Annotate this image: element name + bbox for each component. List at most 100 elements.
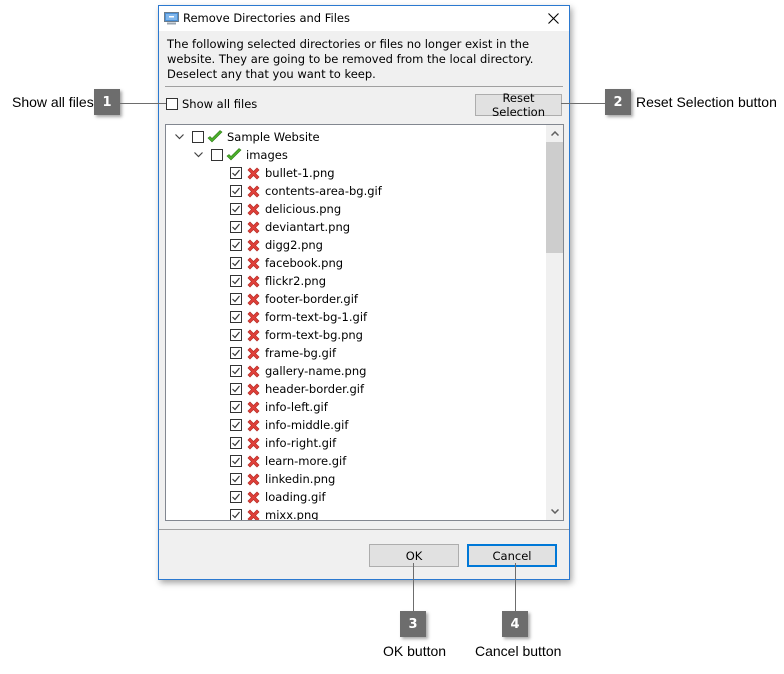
- tree-file-label: footer-border.gif: [265, 292, 358, 306]
- checkbox[interactable]: [230, 419, 242, 431]
- callout-1-badge: 1: [94, 89, 120, 115]
- callout-4-label: Cancel button: [475, 643, 562, 659]
- tree-file-label: info-right.gif: [265, 436, 337, 450]
- checkbox[interactable]: [230, 347, 242, 359]
- tree-file-row[interactable]: digg2.png: [166, 236, 545, 254]
- red-x-delete-icon: [245, 201, 261, 217]
- tree-file-row[interactable]: flickr2.png: [166, 272, 545, 290]
- green-check-icon: [207, 129, 223, 145]
- tree-file-label: contents-area-bg.gif: [265, 184, 382, 198]
- scroll-up-button[interactable]: [546, 125, 563, 142]
- callout-2-badge: 2: [605, 89, 631, 115]
- chevron-down-icon[interactable]: [173, 131, 185, 143]
- callout-3-label: OK button: [383, 643, 447, 659]
- checkbox[interactable]: [230, 275, 242, 287]
- tree-file-label: loading.gif: [265, 490, 326, 504]
- checkbox[interactable]: [230, 293, 242, 305]
- checkbox[interactable]: [230, 401, 242, 413]
- red-x-delete-icon: [245, 327, 261, 343]
- checkbox[interactable]: [230, 311, 242, 323]
- red-x-delete-icon: [245, 435, 261, 451]
- checkbox[interactable]: [166, 98, 178, 110]
- red-x-delete-icon: [245, 237, 261, 253]
- close-button[interactable]: [537, 6, 569, 31]
- tree-file-label: learn-more.gif: [265, 454, 347, 468]
- checkbox[interactable]: [230, 185, 242, 197]
- vertical-scrollbar[interactable]: [546, 125, 563, 520]
- checkbox[interactable]: [230, 257, 242, 269]
- show-all-files-checkbox[interactable]: Show all files: [166, 97, 257, 111]
- tree-file-row[interactable]: info-right.gif: [166, 434, 545, 452]
- tree-file-row[interactable]: form-text-bg.png: [166, 326, 545, 344]
- checkbox[interactable]: [230, 203, 242, 215]
- reset-selection-button[interactable]: Reset Selection: [475, 91, 562, 119]
- tree-file-label: facebook.png: [265, 256, 344, 270]
- dialog-title: Remove Directories and Files: [183, 11, 350, 25]
- close-icon: [547, 13, 559, 24]
- checkbox[interactable]: [230, 509, 242, 520]
- checkbox[interactable]: [230, 383, 242, 395]
- checkbox[interactable]: [230, 491, 242, 503]
- chevron-down-icon: [550, 509, 559, 514]
- tree-file-row[interactable]: frame-bg.gif: [166, 344, 545, 362]
- callout-3-leader: [413, 563, 414, 611]
- tree-root-row[interactable]: Sample Website: [166, 128, 545, 146]
- title-bar: Remove Directories and Files: [159, 6, 569, 31]
- tree-file-row[interactable]: loading.gif: [166, 488, 545, 506]
- tree-file-row[interactable]: learn-more.gif: [166, 452, 545, 470]
- divider: [165, 86, 563, 87]
- tree-file-row[interactable]: header-border.gif: [166, 380, 545, 398]
- checkbox[interactable]: [192, 131, 204, 143]
- checkbox[interactable]: [230, 221, 242, 233]
- checkbox[interactable]: [230, 365, 242, 377]
- tree-file-row[interactable]: footer-border.gif: [166, 290, 545, 308]
- red-x-delete-icon: [245, 417, 261, 433]
- red-x-delete-icon: [245, 471, 261, 487]
- divider: [159, 529, 569, 530]
- callout-4-badge: 4: [502, 611, 528, 637]
- red-x-delete-icon: [245, 165, 261, 181]
- tree-file-row[interactable]: deviantart.png: [166, 218, 545, 236]
- red-x-delete-icon: [245, 363, 261, 379]
- green-check-icon: [226, 147, 242, 163]
- red-x-delete-icon: [245, 183, 261, 199]
- tree-folder-row[interactable]: images: [166, 146, 545, 164]
- tree-file-label: form-text-bg.png: [265, 328, 363, 342]
- checkbox[interactable]: [230, 455, 242, 467]
- tree-file-row[interactable]: info-middle.gif: [166, 416, 545, 434]
- tree-file-row[interactable]: linkedin.png: [166, 470, 545, 488]
- tree-file-row[interactable]: gallery-name.png: [166, 362, 545, 380]
- red-x-delete-icon: [245, 489, 261, 505]
- checkbox[interactable]: [230, 437, 242, 449]
- cancel-button[interactable]: Cancel: [467, 544, 557, 567]
- tree-file-row[interactable]: facebook.png: [166, 254, 545, 272]
- red-x-delete-icon: [245, 345, 261, 361]
- checkbox[interactable]: [211, 149, 223, 161]
- checkbox[interactable]: [230, 167, 242, 179]
- tree-file-row[interactable]: mixx.png: [166, 506, 545, 520]
- tree-file-label: deviantart.png: [265, 220, 351, 234]
- tree-file-row[interactable]: bullet-1.png: [166, 164, 545, 182]
- tree-root-label: Sample Website: [227, 130, 320, 144]
- dialog-message: The following selected directories or fi…: [167, 37, 534, 81]
- tree-file-label: digg2.png: [265, 238, 323, 252]
- red-x-delete-icon: [245, 381, 261, 397]
- monitor-app-icon: [164, 12, 179, 25]
- ok-button[interactable]: OK: [369, 544, 459, 567]
- tree-file-label: flickr2.png: [265, 274, 327, 288]
- callout-4-leader: [515, 563, 516, 611]
- tree-file-row[interactable]: contents-area-bg.gif: [166, 182, 545, 200]
- chevron-down-icon[interactable]: [192, 149, 204, 161]
- callout-2-leader: [561, 103, 605, 104]
- tree-file-row[interactable]: form-text-bg-1.gif: [166, 308, 545, 326]
- checkbox[interactable]: [230, 239, 242, 251]
- scroll-down-button[interactable]: [546, 503, 563, 520]
- checkbox[interactable]: [230, 329, 242, 341]
- scrollbar-thumb[interactable]: [546, 142, 563, 253]
- red-x-delete-icon: [245, 507, 261, 520]
- callout-1-leader: [120, 103, 166, 104]
- red-x-delete-icon: [245, 273, 261, 289]
- tree-file-row[interactable]: delicious.png: [166, 200, 545, 218]
- tree-file-row[interactable]: info-left.gif: [166, 398, 545, 416]
- checkbox[interactable]: [230, 473, 242, 485]
